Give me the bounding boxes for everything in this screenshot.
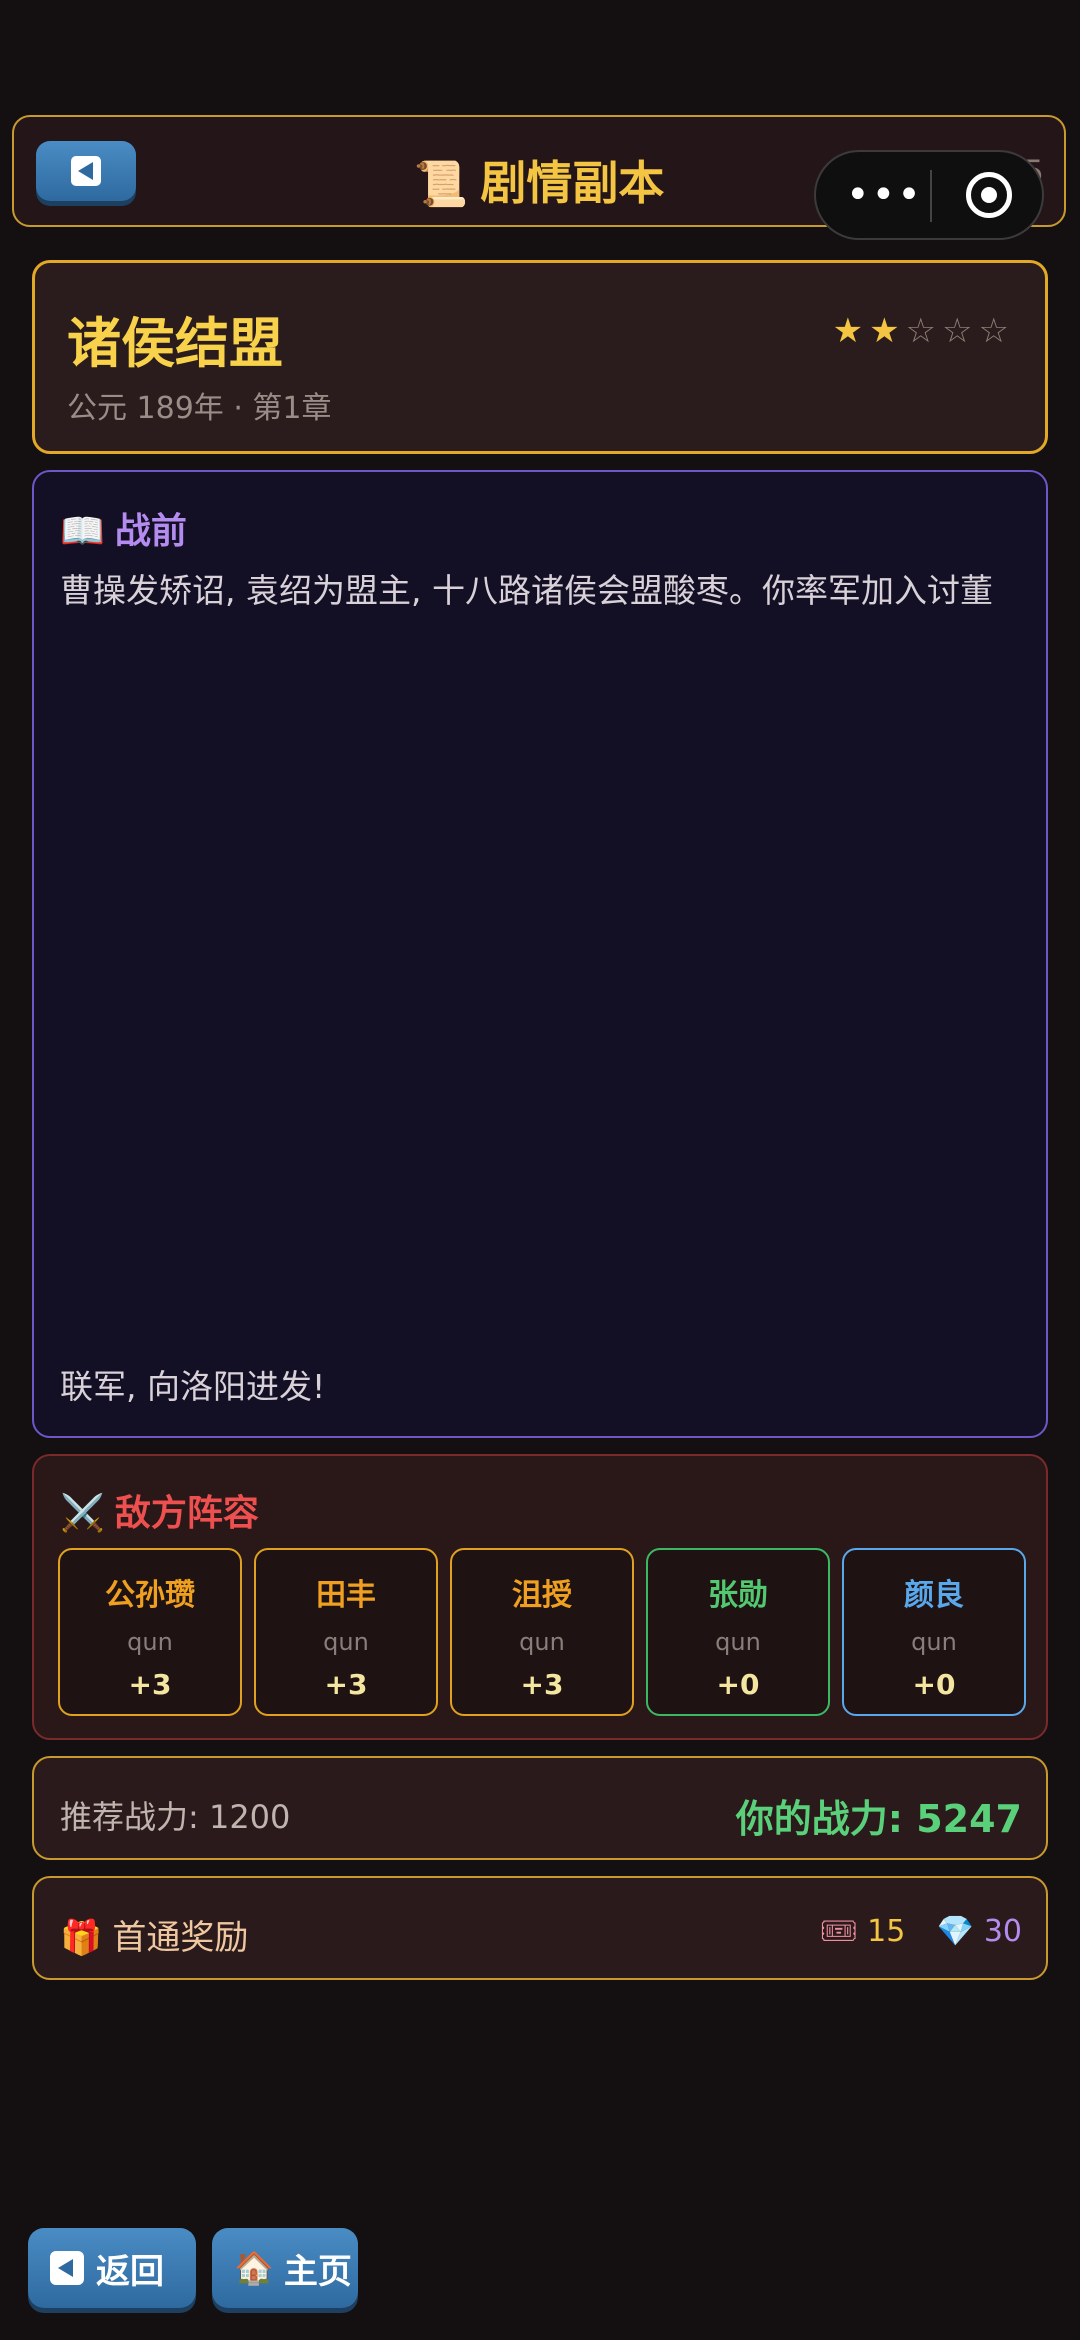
- story-heading-text: 战前: [114, 511, 187, 552]
- hero-bonus: +3: [128, 1668, 172, 1701]
- star-filled-icon: ★: [832, 311, 870, 351]
- swords-icon: ⚔️: [60, 1493, 105, 1534]
- story-card: 📖 战前 曹操发矫诏, 袁绍为盟主, 十八路诸侯会盟酸枣。你率军加入讨董 联军, …: [32, 470, 1048, 1438]
- hero-faction: qun: [323, 1628, 369, 1656]
- power-card: 推荐战力: 1200 你的战力: 5247: [32, 1756, 1048, 1860]
- hero-name: 沮授: [512, 1578, 572, 1613]
- hero-bonus: +0: [912, 1668, 956, 1701]
- hero-faction: qun: [715, 1628, 761, 1656]
- back-arrow-icon: [50, 2251, 84, 2285]
- home-button[interactable]: 🏠 主页: [212, 2228, 358, 2308]
- first-clear-reward-card: 🎁 首通奖励 🎟 15 💎 30: [32, 1876, 1048, 1980]
- enemy-hero[interactable]: 沮授 qun +3: [450, 1548, 634, 1716]
- hero-faction: qun: [519, 1628, 565, 1656]
- star-empty-icon: ☆: [978, 311, 1015, 351]
- enemy-hero[interactable]: 张勋 qun +0: [646, 1548, 830, 1716]
- scroll-icon: 📜: [413, 159, 469, 210]
- enemy-hero[interactable]: 颜良 qun +0: [842, 1548, 1026, 1716]
- close-target-icon[interactable]: [966, 172, 1012, 218]
- ticket-reward: 🎟 15: [820, 1914, 906, 1949]
- your-power: 你的战力: 5247: [735, 1797, 1022, 1841]
- story-heading: 📖 战前: [60, 502, 187, 554]
- page-title-text: 剧情副本: [480, 156, 665, 210]
- hero-name: 公孙瓒: [105, 1578, 195, 1613]
- home-icon: 🏠: [234, 2249, 274, 2287]
- mini-program-capsule: •••: [814, 150, 1044, 240]
- reward-items: 🎟 15 💎 30: [820, 1914, 1022, 1949]
- hero-name: 张勋: [708, 1578, 768, 1613]
- reward-label-text: 首通奖励: [112, 1918, 249, 1958]
- star-empty-icon: ☆: [942, 311, 979, 351]
- hero-faction: qun: [127, 1628, 173, 1656]
- hero-name: 颜良: [904, 1578, 964, 1613]
- hero-name: 田丰: [316, 1578, 376, 1613]
- stage-title-card: 诸侯结盟 公元 189年 · 第1章 ★★☆☆☆: [32, 260, 1048, 454]
- hero-bonus: +0: [716, 1668, 760, 1701]
- enemy-hero[interactable]: 田丰 qun +3: [254, 1548, 438, 1716]
- gift-icon: 🎁: [60, 1918, 103, 1958]
- hero-bonus: +3: [520, 1668, 564, 1701]
- star-rating: ★★☆☆☆: [833, 311, 1015, 351]
- capsule-divider: [930, 170, 932, 222]
- gem-reward: 💎 30: [937, 1914, 1022, 1949]
- home-button-label: 主页: [283, 2251, 352, 2292]
- gem-count: 30: [983, 1914, 1022, 1949]
- gem-icon: 💎: [936, 1914, 975, 1949]
- star-empty-icon: ☆: [905, 311, 943, 351]
- back-button-label: 返回: [96, 2251, 164, 2292]
- hero-bonus: +3: [324, 1668, 368, 1701]
- enemy-heading: ⚔️ 敌方阵容: [60, 1484, 259, 1536]
- stage-title: 诸侯结盟: [67, 312, 283, 375]
- ticket-icon: 🎟: [819, 1914, 858, 1949]
- back-button[interactable]: 返回: [28, 2228, 196, 2308]
- enemy-hero[interactable]: 公孙瓒 qun +3: [58, 1548, 242, 1716]
- hero-faction: qun: [911, 1628, 957, 1656]
- story-text-line2: 联军, 向洛阳进发!: [60, 1367, 326, 1406]
- stage-subtitle: 公元 189年 · 第1章: [67, 391, 332, 426]
- reward-label: 🎁 首通奖励: [60, 1910, 248, 1959]
- ticket-count: 15: [867, 1914, 906, 1949]
- star-filled-icon: ★: [869, 311, 906, 351]
- book-icon: 📖: [60, 511, 105, 552]
- enemy-heading-text: 敌方阵容: [114, 1493, 259, 1534]
- enemy-lineup-card: ⚔️ 敌方阵容 公孙瓒 qun +3 田丰 qun +3 沮授 qun +3 张勋…: [32, 1454, 1048, 1740]
- recommended-power: 推荐战力: 1200: [60, 1798, 291, 1836]
- story-text-line1: 曹操发矫诏, 袁绍为盟主, 十八路诸侯会盟酸枣。你率军加入讨董: [60, 571, 993, 610]
- more-options-icon[interactable]: •••: [846, 175, 923, 215]
